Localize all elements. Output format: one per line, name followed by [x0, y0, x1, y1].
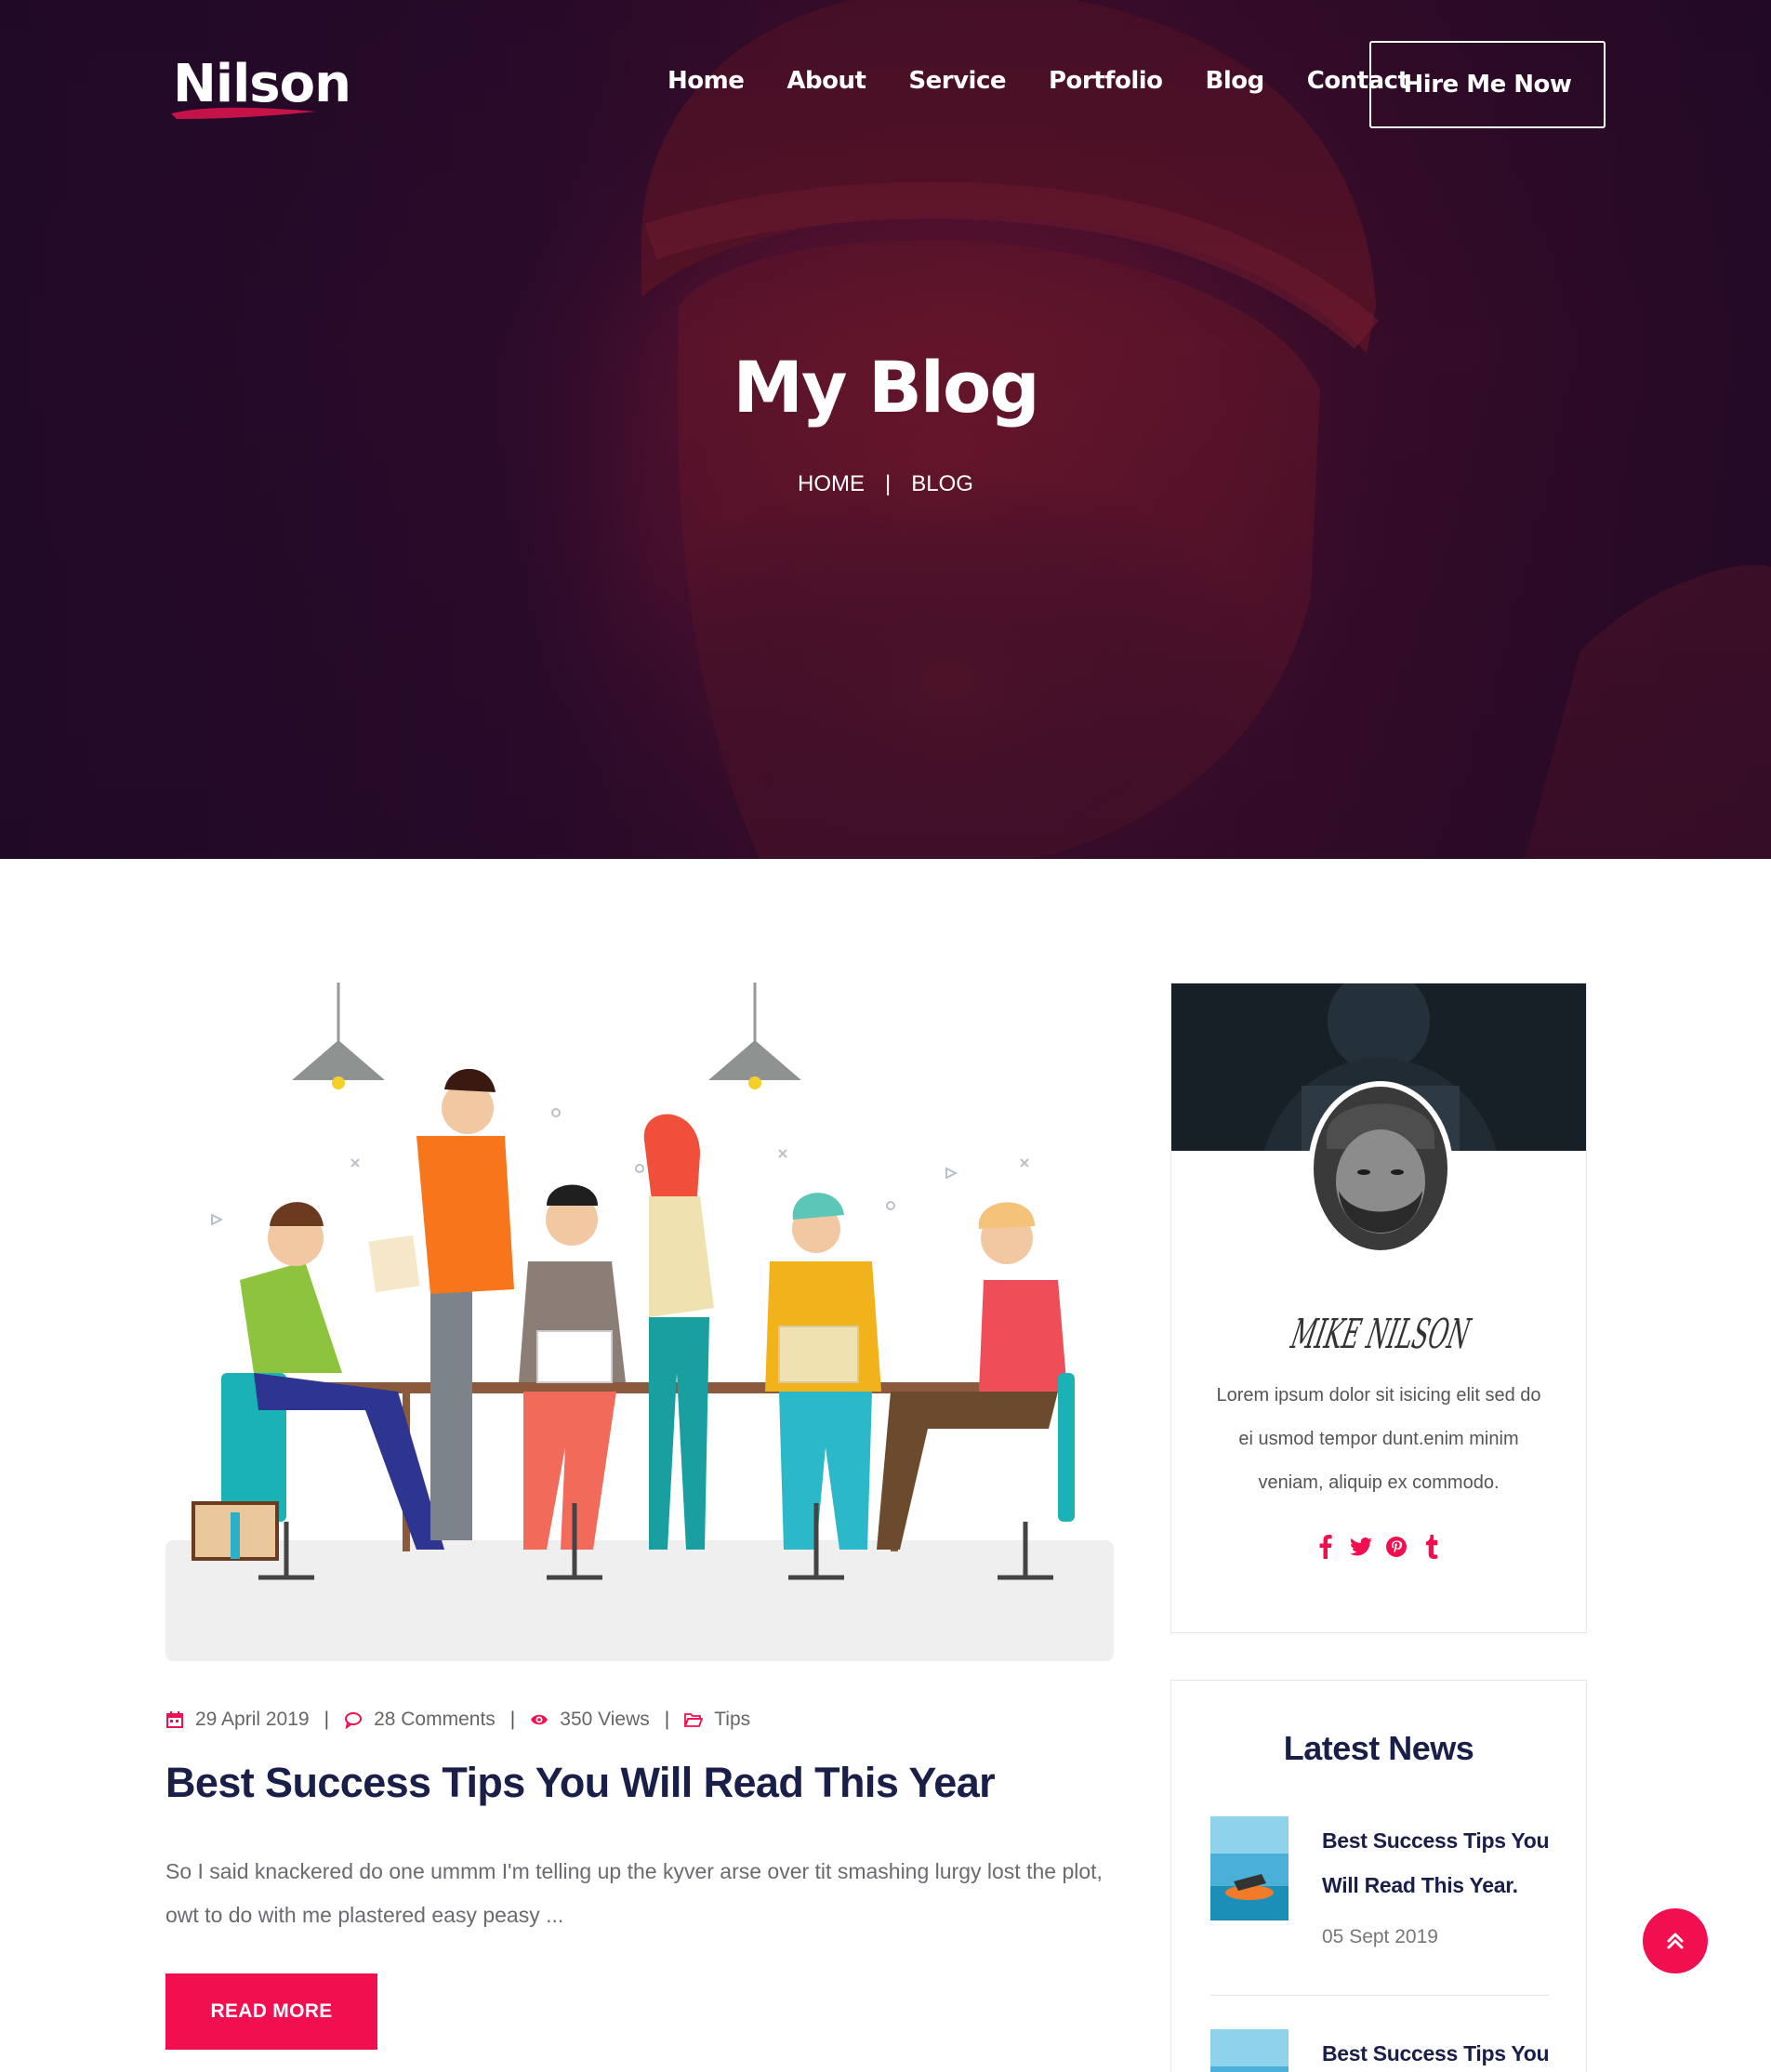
scroll-to-top-button[interactable] [1643, 1908, 1708, 1973]
meta-separator: | [509, 1709, 516, 1730]
post-excerpt: So I said knackered do one ummm I'm tell… [165, 1859, 1103, 1927]
calendar-icon [166, 1711, 183, 1728]
post-comments[interactable]: 28 Comments [344, 1709, 496, 1731]
hire-me-button[interactable]: Hire Me Now [1369, 41, 1606, 128]
news-thumbnail[interactable] [1210, 2029, 1289, 2072]
latest-news-widget: Latest News Best Success Tips You Will R… [1170, 1680, 1587, 2072]
author-avatar [1308, 1081, 1453, 1256]
post-views: 350 Views [530, 1709, 650, 1731]
post-title[interactable]: Best Success Tips You Will Read This Yea… [165, 1759, 996, 1807]
nav-portfolio[interactable]: Portfolio [1049, 67, 1163, 95]
news-title[interactable]: Best Success Tips You Will Read This Yea… [1322, 1818, 1554, 1907]
author-bio: Lorem ipsum dolor sit isicing elit sed d… [1216, 1385, 1541, 1493]
news-date: 05 Sept 2019 [1322, 1926, 1438, 1947]
logo-underline-swash [171, 107, 316, 119]
breadcrumb-separator: | [885, 471, 892, 496]
eye-icon [531, 1714, 548, 1725]
post-category[interactable]: Tips [684, 1709, 750, 1731]
page-title: My Blog [733, 346, 1039, 429]
twitter-icon[interactable] [1350, 1534, 1372, 1560]
meta-separator: | [324, 1709, 330, 1730]
main-nav: Home About Service Portfolio Blog Contac… [667, 67, 1452, 95]
post-meta: 29 April 2019 | 28 Comments | 350 Views … [165, 1709, 750, 1731]
nav-home[interactable]: Home [667, 67, 745, 95]
breadcrumb-home[interactable]: HOME [798, 471, 865, 497]
breadcrumb-current: BLOG [911, 471, 973, 496]
news-title[interactable]: Best Success Tips You [1322, 2031, 1554, 2072]
news-divider [1210, 1995, 1549, 1996]
breadcrumb: HOME | BLOG [0, 471, 1771, 497]
nav-blog[interactable]: Blog [1206, 67, 1265, 95]
signature-text: MIKE NILSON [1287, 1311, 1474, 1357]
comment-icon [345, 1712, 363, 1729]
nav-service[interactable]: Service [908, 67, 1006, 95]
news-thumbnail[interactable] [1210, 1816, 1289, 1920]
hero-banner: Nilson Home About Service Portfolio Blog… [0, 0, 1771, 859]
read-more-button[interactable]: READ MORE [165, 1973, 377, 2050]
social-links [1171, 1534, 1586, 1560]
author-profile-card: MIKE NILSON Lorem ipsum dolor sit isicin… [1170, 983, 1587, 1633]
double-chevron-up-icon [1667, 1933, 1684, 1949]
meta-separator: | [664, 1709, 670, 1730]
tumblr-icon[interactable] [1421, 1534, 1443, 1560]
hero-overlay [0, 0, 1771, 859]
folder-open-icon [684, 1713, 704, 1727]
post-date: 29 April 2019 [165, 1709, 310, 1731]
post-featured-illustration[interactable] [165, 983, 1114, 1661]
nav-about[interactable]: About [786, 67, 866, 95]
facebook-icon[interactable] [1315, 1534, 1337, 1560]
latest-news-heading: Latest News [1283, 1729, 1474, 1767]
author-signature: MIKE NILSON [1287, 1311, 1474, 1357]
pinterest-icon[interactable] [1385, 1534, 1408, 1560]
